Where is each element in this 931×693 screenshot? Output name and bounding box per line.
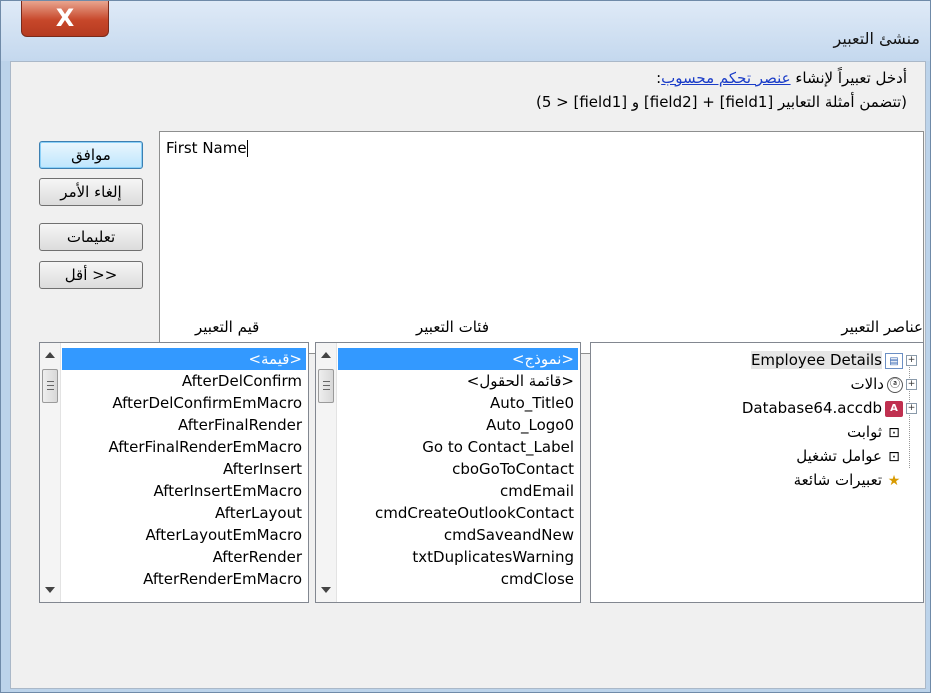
examples-line: (تتضمن أمثلة التعابير [field1] + [field2…: [535, 93, 907, 111]
text-caret: [246, 140, 248, 157]
category-list-item-label: Auto_Title0: [489, 394, 574, 412]
expression-categories-header: فئات التعبير: [416, 318, 489, 336]
tree-node[interactable]: +ⓐدالات: [597, 372, 917, 396]
instruction-line: أدخل تعبيراً لإنشاء عنصر تحكم محسوب:: [656, 69, 907, 87]
dialog-content: أدخل تعبيراً لإنشاء عنصر تحكم محسوب: (تت…: [10, 61, 926, 689]
tree-node-label: دالات: [850, 375, 884, 393]
tree-node-label: Employee Details: [750, 351, 882, 369]
category-list-item-label: <قائمة الحقول>: [466, 372, 574, 390]
category-list-item[interactable]: cmdCreateOutlookContact: [338, 502, 578, 524]
values-scrollbar[interactable]: [40, 343, 61, 602]
value-list-item[interactable]: AfterLayout: [62, 502, 306, 524]
categories-scrollbar[interactable]: [316, 343, 337, 602]
form-icon: ▤: [885, 352, 903, 369]
scroll-up-arrow-icon[interactable]: [45, 352, 55, 358]
category-list-item-label: cmdSaveandNew: [443, 526, 574, 544]
elements-tree: +▤Employee Details +ⓐدالات +ADatabase64.ac…: [597, 348, 917, 492]
values-items: <قيمة> AfterDelConfirm AfterDelConfirmEmMa…: [62, 348, 306, 590]
expression-elements-tree[interactable]: +▤Employee Details +ⓐدالات +ADatabase64.ac…: [590, 342, 924, 603]
value-list-item-label: AfterRenderEmMacro: [143, 570, 302, 588]
ok-button[interactable]: موافق: [39, 141, 143, 169]
close-button[interactable]: X: [21, 1, 109, 37]
value-list-item-label: AfterDelConfirm: [181, 372, 302, 390]
scroll-thumb[interactable]: [42, 369, 58, 403]
category-list-item[interactable]: <نموذج>: [338, 348, 578, 370]
value-list-item-label: AfterInsertEmMacro: [153, 482, 302, 500]
category-list-item-label: cmdClose: [500, 570, 574, 588]
help-button[interactable]: تعليمات: [39, 223, 143, 251]
value-list-item-label: <قيمة>: [248, 350, 302, 368]
category-list-item[interactable]: cmdEmail: [338, 480, 578, 502]
expand-icon[interactable]: +: [906, 379, 917, 390]
category-list-item[interactable]: txtDuplicatesWarning: [338, 546, 578, 568]
expand-icon[interactable]: +: [906, 403, 917, 414]
scroll-down-arrow-icon[interactable]: [321, 587, 331, 593]
category-list-item-label: cboGoToContact: [452, 460, 574, 478]
category-list-item-label: Auto_Logo0: [486, 416, 574, 434]
expression-text: First Name: [166, 139, 247, 157]
value-list-item[interactable]: AfterInsert: [62, 458, 306, 480]
operators-icon: ⊡: [888, 448, 900, 465]
category-list-item[interactable]: Go to Contact_Label: [338, 436, 578, 458]
category-list-item[interactable]: Auto_Logo0: [338, 414, 578, 436]
value-list-item-label: AfterFinalRenderEmMacro: [108, 438, 302, 456]
tree-node-label: ثوابت: [847, 423, 882, 441]
calculated-control-link[interactable]: عنصر تحكم محسوب: [661, 69, 790, 87]
category-list-item-label: <نموذج>: [511, 350, 574, 368]
category-list-item[interactable]: cmdSaveandNew: [338, 524, 578, 546]
less-button[interactable]: << أقل: [39, 261, 143, 289]
category-list-item[interactable]: cboGoToContact: [338, 458, 578, 480]
expression-categories-list[interactable]: <نموذج> <قائمة الحقول> Auto_Title0 Auto_Log…: [315, 342, 581, 603]
constants-icon: ⊡: [888, 424, 900, 441]
expression-builder-window: X منشئ التعبير أدخل تعبيراً لإنشاء عنصر …: [0, 0, 931, 693]
tree-node-label: تعبيرات شائعة: [793, 471, 882, 489]
category-list-item-label: cmdCreateOutlookContact: [375, 504, 574, 522]
tree-node[interactable]: ⊡ ثوابت: [597, 420, 917, 444]
tree-node[interactable]: ⊡ عوامل تشغيل: [597, 444, 917, 468]
category-list-item[interactable]: <قائمة الحقول>: [338, 370, 578, 392]
value-list-item[interactable]: <قيمة>: [62, 348, 306, 370]
tree-node[interactable]: +▤Employee Details: [597, 348, 917, 372]
expression-input[interactable]: First Name: [159, 131, 924, 354]
scroll-up-arrow-icon[interactable]: [321, 352, 331, 358]
tree-node-label: عوامل تشغيل: [796, 447, 882, 465]
value-list-item-label: AfterLayoutEmMacro: [145, 526, 303, 544]
category-list-item-label: cmdEmail: [500, 482, 574, 500]
value-list-item-label: AfterFinalRender: [178, 416, 302, 434]
cancel-button[interactable]: إلغاء الأمر: [39, 178, 143, 206]
value-list-item-label: AfterRender: [212, 548, 302, 566]
scroll-thumb[interactable]: [318, 369, 334, 403]
value-list-item[interactable]: AfterDelConfirm: [62, 370, 306, 392]
common-expressions-icon: ★: [887, 472, 901, 489]
value-list-item[interactable]: AfterFinalRender: [62, 414, 306, 436]
category-list-item[interactable]: cmdClose: [338, 568, 578, 590]
value-list-item-label: AfterInsert: [222, 460, 302, 478]
function-icon: ⓐ: [887, 376, 903, 393]
expression-values-list[interactable]: <قيمة> AfterDelConfirm AfterDelConfirmEmMa…: [39, 342, 309, 603]
tree-node[interactable]: +ADatabase64.accdb: [597, 396, 917, 420]
value-list-item[interactable]: AfterInsertEmMacro: [62, 480, 306, 502]
database-icon: A: [885, 400, 903, 417]
instruction-prefix: أدخل تعبيراً لإنشاء: [790, 69, 907, 87]
expression-values-header: قيم التعبير: [195, 318, 260, 336]
categories-items: <نموذج> <قائمة الحقول> Auto_Title0 Auto_Log…: [338, 348, 578, 590]
value-list-item[interactable]: AfterLayoutEmMacro: [62, 524, 306, 546]
value-list-item-label: AfterLayout: [214, 504, 302, 522]
expand-icon[interactable]: +: [906, 355, 917, 366]
value-list-item[interactable]: AfterRenderEmMacro: [62, 568, 306, 590]
expression-elements-header: عناصر التعبير: [841, 318, 923, 336]
value-list-item-label: AfterDelConfirmEmMacro: [112, 394, 302, 412]
title-bar: X منشئ التعبير: [1, 1, 930, 61]
tree-node-label: Database64.accdb: [741, 399, 882, 417]
category-list-item[interactable]: Auto_Title0: [338, 392, 578, 414]
value-list-item[interactable]: AfterFinalRenderEmMacro: [62, 436, 306, 458]
tree-node[interactable]: ★ تعبيرات شائعة: [597, 468, 917, 492]
value-list-item[interactable]: AfterDelConfirmEmMacro: [62, 392, 306, 414]
category-list-item-label: Go to Contact_Label: [422, 438, 574, 456]
value-list-item[interactable]: AfterRender: [62, 546, 306, 568]
scroll-down-arrow-icon[interactable]: [45, 587, 55, 593]
window-title: منشئ التعبير: [833, 29, 920, 48]
category-list-item-label: txtDuplicatesWarning: [412, 548, 574, 566]
